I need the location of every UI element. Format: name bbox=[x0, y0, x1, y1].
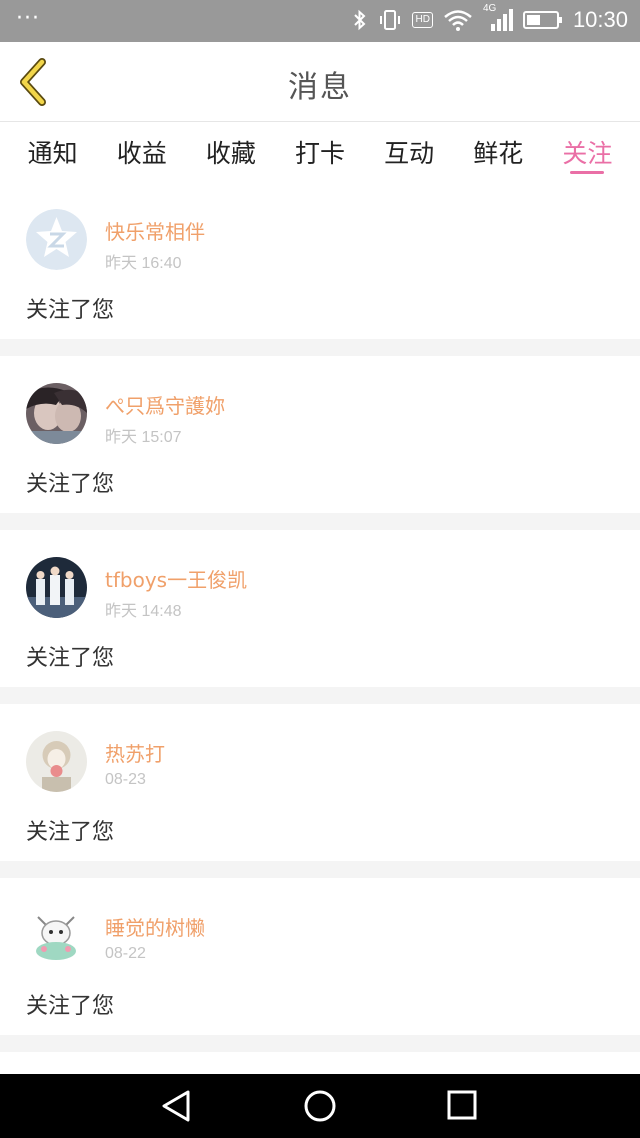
tab-label: 互动 bbox=[384, 139, 435, 168]
tab-label: 打卡 bbox=[294, 139, 345, 168]
tab-flowers[interactable]: 鲜花 bbox=[454, 122, 543, 182]
timestamp: 08-22 bbox=[105, 945, 146, 962]
header-bar: 消息 bbox=[0, 42, 640, 122]
avatar[interactable] bbox=[26, 557, 87, 618]
username[interactable]: 热苏打 bbox=[105, 738, 165, 767]
system-nav-bar bbox=[0, 1074, 640, 1138]
bluetooth-icon bbox=[354, 9, 366, 31]
avatar[interactable] bbox=[26, 731, 87, 792]
message-text: 关注了您 bbox=[26, 994, 115, 1019]
timestamp: 昨天 15:07 bbox=[105, 429, 182, 446]
username[interactable]: ぺ只爲守護妳 bbox=[105, 390, 225, 419]
list-item[interactable]: ぺ只爲守護妳 昨天 15:07 关注了您 bbox=[0, 356, 640, 513]
timestamp: 昨天 16:40 bbox=[105, 255, 182, 272]
status-bar: ··· HD 4G 10:30 bbox=[0, 0, 640, 42]
user-photo-icon bbox=[26, 731, 87, 792]
signal-group: 4G bbox=[483, 3, 513, 33]
message-text: 关注了您 bbox=[26, 472, 115, 497]
tab-bar: 通知 收益 收藏 打卡 互动 鲜花 关注 bbox=[0, 122, 640, 182]
tab-checkin[interactable]: 打卡 bbox=[275, 122, 364, 182]
tab-label: 收益 bbox=[116, 139, 167, 168]
avatar[interactable] bbox=[26, 383, 87, 444]
wifi-icon bbox=[444, 10, 472, 31]
message-text: 关注了您 bbox=[26, 820, 115, 845]
username[interactable]: tfboys一王俊凯 bbox=[105, 564, 247, 593]
battery-icon bbox=[522, 11, 562, 29]
signal-icon bbox=[490, 9, 513, 31]
user-photo-icon bbox=[26, 905, 87, 966]
tab-notice[interactable]: 通知 bbox=[8, 122, 97, 182]
nav-home-icon[interactable] bbox=[300, 1088, 340, 1124]
tab-label: 鲜花 bbox=[473, 139, 524, 168]
list-item[interactable]: 睡觉的树懒 08-22 关注了您 bbox=[0, 878, 640, 1035]
timestamp: 昨天 14:48 bbox=[105, 603, 182, 620]
username[interactable]: 快乐常相伴 bbox=[105, 216, 205, 245]
timestamp: 08-23 bbox=[105, 771, 146, 788]
notification-dots: ··· bbox=[16, 6, 40, 31]
nav-back-icon[interactable] bbox=[158, 1088, 198, 1124]
user-photo-icon bbox=[26, 383, 87, 444]
avatar[interactable] bbox=[26, 905, 87, 966]
tab-favorites[interactable]: 收藏 bbox=[186, 122, 275, 182]
user-photo-icon bbox=[26, 557, 87, 618]
username[interactable]: 睡觉的树懒 bbox=[105, 912, 205, 941]
default-avatar-icon bbox=[26, 209, 87, 270]
nav-recents-icon[interactable] bbox=[442, 1088, 482, 1124]
list-item[interactable]: 热苏打 08-23 关注了您 bbox=[0, 704, 640, 861]
tab-label: 收藏 bbox=[205, 139, 256, 168]
status-time: 10:30 bbox=[572, 7, 628, 32]
active-tab-indicator bbox=[570, 171, 605, 174]
avatar[interactable] bbox=[26, 209, 87, 270]
list-item[interactable]: 快乐常相伴 昨天 16:40 关注了您 bbox=[0, 182, 640, 339]
vibrate-icon bbox=[380, 10, 401, 30]
tab-earnings[interactable]: 收益 bbox=[97, 122, 186, 182]
tab-interaction[interactable]: 互动 bbox=[365, 122, 454, 182]
tab-follow[interactable]: 关注 bbox=[543, 122, 632, 182]
tab-label: 通知 bbox=[27, 139, 78, 168]
page-title: 消息 bbox=[288, 70, 352, 105]
tab-label: 关注 bbox=[562, 139, 613, 168]
hd-badge: HD bbox=[412, 12, 433, 28]
status-icons: HD 4G 10:30 bbox=[352, 3, 628, 33]
message-list: 快乐常相伴 昨天 16:40 关注了您 ぺ只爲守護妳 昨天 15:07 关注了您 bbox=[0, 182, 640, 1082]
list-item[interactable]: tfboys一王俊凯 昨天 14:48 关注了您 bbox=[0, 530, 640, 687]
message-text: 关注了您 bbox=[26, 298, 115, 323]
message-text: 关注了您 bbox=[26, 646, 115, 671]
